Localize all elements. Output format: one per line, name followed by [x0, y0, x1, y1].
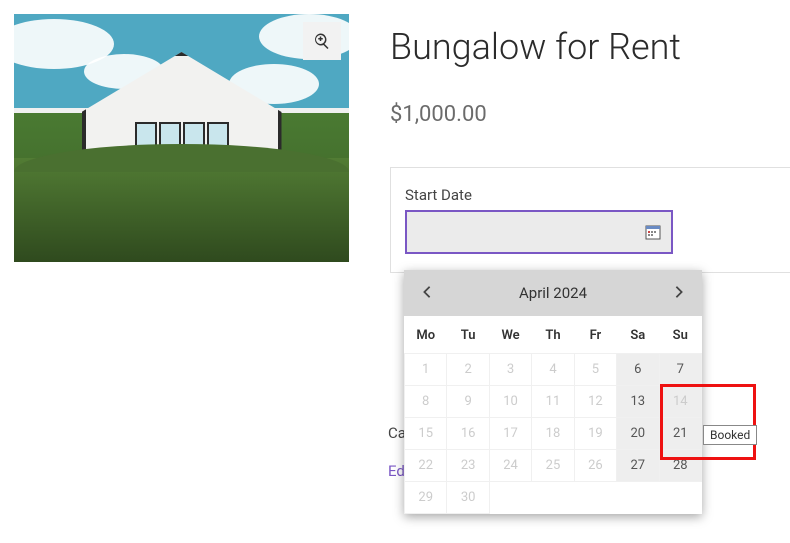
- zoom-button[interactable]: [303, 22, 341, 60]
- calendar-icon: [645, 224, 661, 240]
- date-cell-disabled: 12: [574, 386, 616, 418]
- date-cell-available[interactable]: 7: [659, 354, 701, 386]
- date-cell-disabled: 5: [574, 354, 616, 386]
- date-cell-disabled: 9: [447, 386, 489, 418]
- hedge-illustration: [14, 158, 349, 262]
- weekday-header: Th: [532, 316, 574, 354]
- start-date-label: Start Date: [405, 186, 790, 204]
- date-cell-disabled: 1: [405, 354, 447, 386]
- weekday-header: Fr: [574, 316, 616, 354]
- annotation-highlight: [660, 384, 756, 460]
- date-cell-empty: [574, 482, 616, 514]
- start-date-input[interactable]: [405, 210, 673, 254]
- date-cell-available[interactable]: 6: [617, 354, 659, 386]
- date-cell-empty: [617, 482, 659, 514]
- date-cell-disabled: 17: [489, 418, 531, 450]
- product-image[interactable]: [14, 14, 349, 262]
- date-cell-disabled: 22: [405, 450, 447, 482]
- date-cell-disabled: 8: [405, 386, 447, 418]
- date-cell-empty: [489, 482, 531, 514]
- product-price: $1,000.00: [390, 102, 790, 127]
- date-cell-disabled: 26: [574, 450, 616, 482]
- booking-form: Start Date: [390, 167, 790, 273]
- date-cell-disabled: 16: [447, 418, 489, 450]
- product-title: Bungalow for Rent: [390, 26, 790, 68]
- datepicker-header: April 2024: [404, 270, 702, 316]
- date-cell-disabled: 24: [489, 450, 531, 482]
- date-cell-empty: [532, 482, 574, 514]
- booked-tooltip: Booked: [703, 425, 757, 445]
- weekday-header: Mo: [405, 316, 447, 354]
- chevron-left-icon: [420, 285, 434, 299]
- date-cell-disabled: 29: [405, 482, 447, 514]
- date-cell-disabled: 25: [532, 450, 574, 482]
- datepicker-grid: MoTuWeThFrSaSu 1234567891011121314151617…: [404, 316, 702, 514]
- date-cell-disabled: 2: [447, 354, 489, 386]
- date-cell-disabled: 15: [405, 418, 447, 450]
- prev-month-button[interactable]: [414, 280, 440, 307]
- date-cell-available[interactable]: 13: [617, 386, 659, 418]
- weekday-header: Sa: [617, 316, 659, 354]
- datepicker-month-label: April 2024: [519, 284, 587, 302]
- date-cell-disabled: 10: [489, 386, 531, 418]
- weekday-header: Tu: [447, 316, 489, 354]
- next-month-button[interactable]: [666, 280, 692, 307]
- date-cell-disabled: 4: [532, 354, 574, 386]
- datepicker: April 2024 MoTuWeThFrSaSu 12345678910111…: [404, 270, 702, 514]
- date-cell-empty: [659, 482, 701, 514]
- magnifier-plus-icon: [313, 32, 331, 50]
- date-cell-disabled: 11: [532, 386, 574, 418]
- weekday-header: We: [489, 316, 531, 354]
- date-cell-available[interactable]: 27: [617, 450, 659, 482]
- date-cell-disabled: 18: [532, 418, 574, 450]
- date-cell-disabled: 30: [447, 482, 489, 514]
- weekday-header: Su: [659, 316, 701, 354]
- chevron-right-icon: [672, 285, 686, 299]
- date-cell-available[interactable]: 20: [617, 418, 659, 450]
- date-cell-disabled: 23: [447, 450, 489, 482]
- date-cell-disabled: 19: [574, 418, 616, 450]
- date-cell-disabled: 3: [489, 354, 531, 386]
